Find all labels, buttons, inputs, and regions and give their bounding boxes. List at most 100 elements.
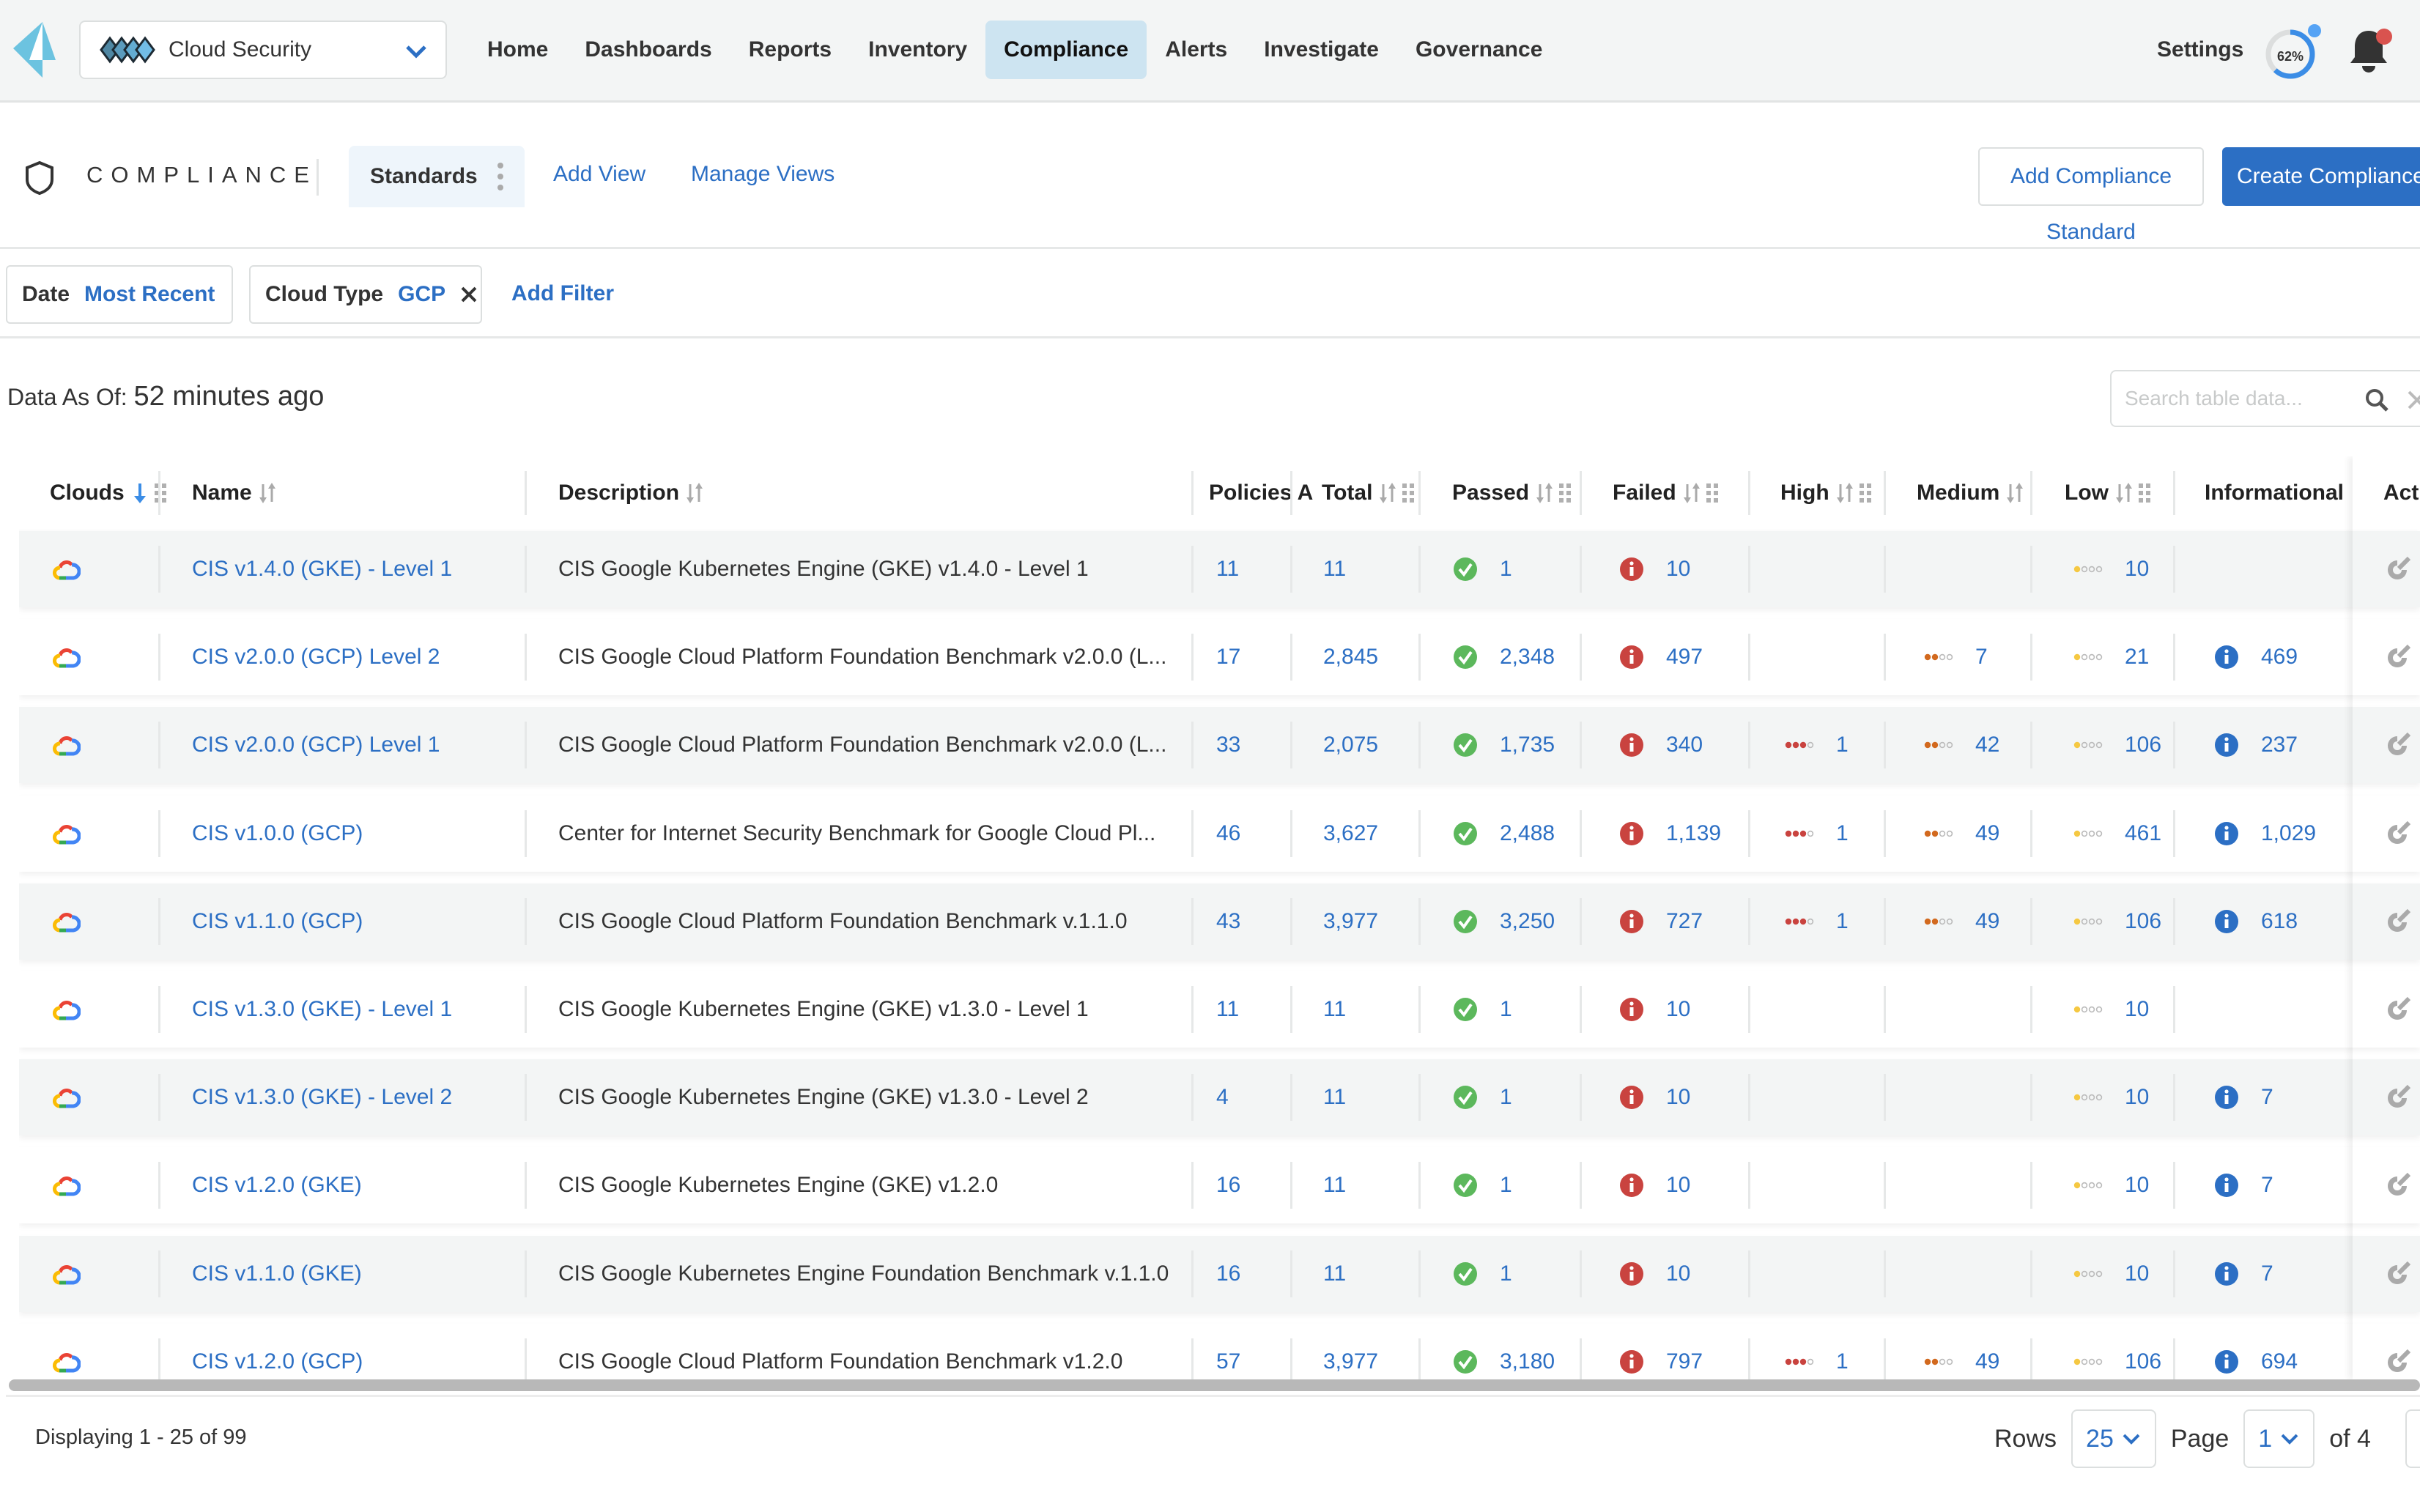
sort-icon[interactable] — [1835, 481, 1854, 505]
column-separator[interactable] — [1580, 471, 1582, 515]
column-header-total[interactable]: Total — [1322, 456, 1415, 530]
cell-value[interactable]: 1 — [1836, 1349, 1849, 1374]
cell-passed[interactable]: 3,180 — [1453, 1324, 1555, 1379]
add-filter-link[interactable]: Add Filter — [511, 281, 614, 306]
column-drag-handle-icon[interactable] — [1558, 483, 1572, 503]
nav-home[interactable]: Home — [469, 21, 566, 79]
table-row[interactable]: CIS v1.4.0 (GKE) - Level 1 CIS Google Kub… — [19, 531, 2420, 607]
cell-failed[interactable]: 10 — [1619, 1147, 1690, 1223]
column-header-passed[interactable]: Passed — [1452, 456, 1572, 530]
standard-name-link[interactable]: CIS v2.0.0 (GCP) Level 2 — [192, 645, 440, 670]
cell-low[interactable]: 106 — [2073, 1324, 2161, 1379]
cell-failed[interactable]: 10 — [1619, 971, 1690, 1048]
cell-passed[interactable]: 1 — [1453, 1236, 1512, 1312]
cell-total[interactable]: 2,075 — [1323, 707, 1378, 783]
cell-value[interactable]: 17 — [1216, 645, 1240, 670]
cell-policies[interactable]: 16 — [1216, 1147, 1240, 1223]
standard-name-link[interactable]: CIS v1.3.0 (GKE) - Level 2 — [192, 1085, 452, 1110]
cell-low[interactable]: 10 — [2073, 531, 2149, 607]
cell-value[interactable]: 694 — [2261, 1349, 2298, 1374]
cell-value[interactable]: 10 — [1666, 1173, 1690, 1198]
filter-chip-cloud-type[interactable]: Cloud Type GCP — [249, 265, 482, 324]
cell-value[interactable]: 11 — [1323, 557, 1346, 582]
column-header-failed[interactable]: Failed — [1613, 456, 1719, 530]
cell-value[interactable]: 11 — [1216, 557, 1239, 582]
cell-value[interactable]: 4 — [1216, 1085, 1229, 1110]
cell-value[interactable]: 16 — [1216, 1173, 1240, 1198]
cell-value[interactable]: 1,139 — [1666, 821, 1721, 846]
cell-medium[interactable]: 42 — [1924, 707, 1999, 783]
nav-investigate[interactable]: Investigate — [1246, 21, 1397, 79]
cell-policies[interactable]: 43 — [1216, 883, 1240, 960]
cell-value[interactable]: 11 — [1323, 1085, 1346, 1110]
standard-name-link[interactable]: CIS v1.4.0 (GKE) - Level 1 — [192, 557, 452, 582]
standard-name-link[interactable]: CIS v2.0.0 (GCP) Level 1 — [192, 733, 440, 757]
cell-value[interactable]: 1 — [1500, 1173, 1512, 1198]
cell-high[interactable]: 1 — [1785, 1324, 1849, 1379]
cell-value[interactable]: 10 — [1666, 1085, 1690, 1110]
standard-name-link[interactable]: CIS v1.0.0 (GCP) — [192, 821, 363, 846]
cell-value[interactable]: 2,488 — [1500, 821, 1555, 846]
cell-value[interactable]: 7 — [2261, 1173, 2273, 1198]
cell-low[interactable]: 10 — [2073, 1059, 2149, 1135]
next-page-button[interactable] — [2405, 1409, 2420, 1468]
cell-failed[interactable]: 10 — [1619, 1059, 1690, 1135]
cell-total[interactable]: 3,627 — [1323, 796, 1378, 872]
cell-value[interactable]: 10 — [2125, 997, 2149, 1022]
cell-value[interactable]: 1 — [1836, 909, 1849, 934]
cell-name[interactable]: CIS v1.1.0 (GKE) — [192, 1236, 362, 1312]
cell-low[interactable]: 106 — [2073, 707, 2161, 783]
standard-name-link[interactable]: CIS v1.2.0 (GCP) — [192, 1349, 363, 1374]
cell-value[interactable]: 33 — [1216, 733, 1240, 757]
nav-dashboards[interactable]: Dashboards — [566, 21, 730, 79]
column-separator[interactable] — [2173, 471, 2175, 515]
sort-icon[interactable] — [685, 481, 704, 505]
cell-value[interactable]: 2,075 — [1323, 733, 1378, 757]
column-separator[interactable] — [1884, 471, 1886, 515]
cell-name[interactable]: CIS v1.2.0 (GKE) — [192, 1147, 362, 1223]
cell-value[interactable]: 106 — [2125, 733, 2161, 757]
cell-value[interactable]: 46 — [1216, 821, 1240, 846]
column-header-low[interactable]: Low — [2065, 456, 2151, 530]
cell-value[interactable]: 11 — [1323, 1261, 1346, 1286]
cell-value[interactable]: 1 — [1500, 1085, 1512, 1110]
nav-reports[interactable]: Reports — [730, 21, 850, 79]
cell-failed[interactable]: 497 — [1619, 619, 1703, 695]
cell-name[interactable]: CIS v1.3.0 (GKE) - Level 2 — [192, 1059, 452, 1135]
table-row[interactable]: CIS v1.2.0 (GCP) CIS Google Cloud Platfor… — [19, 1323, 2420, 1379]
cell-total[interactable]: 3,977 — [1323, 883, 1378, 960]
column-header-clouds[interactable]: Clouds — [50, 456, 167, 530]
kebab-menu-icon[interactable] — [497, 162, 504, 191]
cell-total[interactable]: 11 — [1323, 1059, 1346, 1135]
column-separator[interactable] — [158, 471, 160, 515]
cell-value[interactable]: 797 — [1666, 1349, 1703, 1374]
standard-name-link[interactable]: CIS v1.3.0 (GKE) - Level 1 — [192, 997, 452, 1022]
cell-value[interactable]: 3,250 — [1500, 909, 1555, 934]
cell-passed[interactable]: 1 — [1453, 1059, 1512, 1135]
table-row[interactable]: CIS v1.0.0 (GCP) Center for Internet Secu… — [19, 795, 2420, 872]
cell-value[interactable]: 49 — [1975, 1349, 1999, 1374]
cell-informational[interactable]: 7 — [2214, 1147, 2273, 1223]
sort-descending-icon[interactable] — [130, 481, 149, 505]
cell-value[interactable]: 469 — [2261, 645, 2298, 670]
cell-failed[interactable]: 340 — [1619, 707, 1703, 783]
table-row[interactable]: CIS v2.0.0 (GCP) Level 2 CIS Google Cloud… — [19, 619, 2420, 696]
cell-value[interactable]: 7 — [1975, 645, 1988, 670]
cell-value[interactable]: 10 — [1666, 997, 1690, 1022]
sort-icon[interactable] — [2114, 481, 2134, 505]
table-row[interactable]: CIS v2.0.0 (GCP) Level 1 CIS Google Cloud… — [19, 707, 2420, 784]
cell-policies[interactable]: 16 — [1216, 1236, 1240, 1312]
app-logo-icon[interactable] — [13, 22, 57, 78]
cell-failed[interactable]: 10 — [1619, 531, 1690, 607]
cell-passed[interactable]: 2,348 — [1453, 619, 1555, 695]
cell-value[interactable]: 1,735 — [1500, 733, 1555, 757]
cell-passed[interactable]: 1,735 — [1453, 707, 1555, 783]
cell-name[interactable]: CIS v2.0.0 (GCP) Level 2 — [192, 619, 440, 695]
cell-value[interactable]: 1 — [1500, 557, 1512, 582]
sort-icon[interactable] — [258, 481, 277, 505]
column-header-policies-assigned[interactable]: Policies A — [1209, 456, 1313, 530]
table-row[interactable]: CIS v1.2.0 (GKE) CIS Google Kubernetes En… — [19, 1147, 2420, 1224]
cell-value[interactable]: 1 — [1836, 733, 1849, 757]
cell-value[interactable]: 11 — [1323, 1173, 1346, 1198]
search-icon[interactable] — [2364, 388, 2389, 412]
